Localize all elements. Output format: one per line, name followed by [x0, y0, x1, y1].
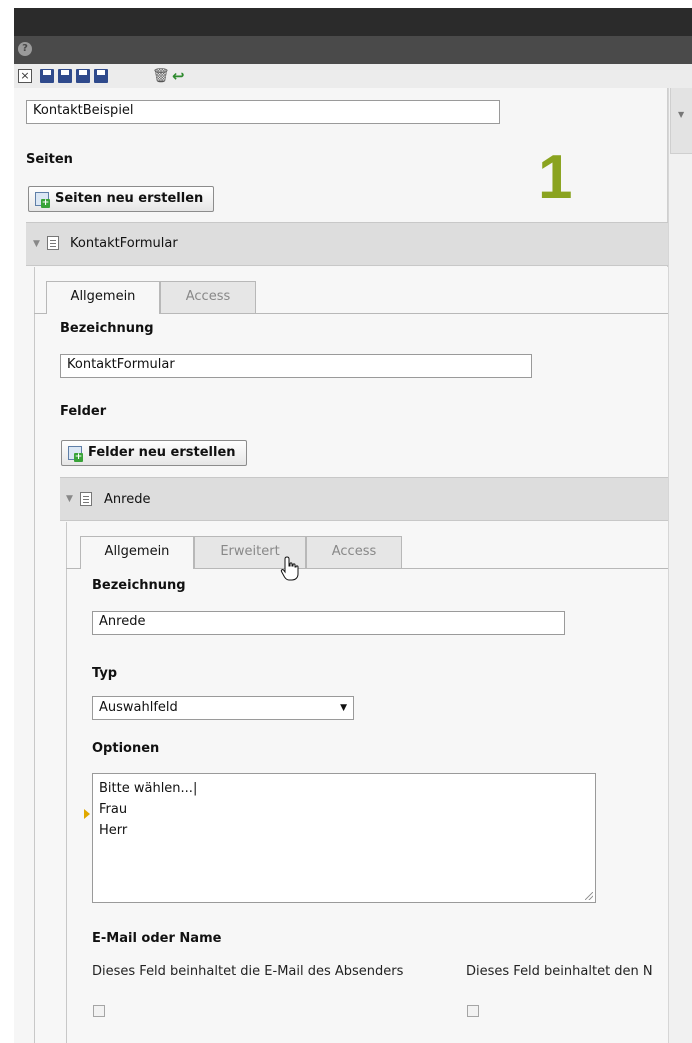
typ-select[interactable]: Auswahlfeld ▼ [92, 696, 354, 720]
option-line: Herr [99, 823, 128, 838]
side-panel-collapse[interactable] [670, 88, 692, 154]
create-fields-label: Felder neu erstellen [88, 445, 236, 460]
add-field-icon [68, 446, 83, 462]
top-margin [0, 0, 692, 8]
collapse-arrow-icon[interactable]: ▼ [33, 239, 40, 249]
undo-icon[interactable]: ↩ [172, 69, 186, 84]
trash-icon[interactable]: 🗑 [152, 69, 170, 83]
line-pointer-icon [84, 809, 90, 819]
option-line: Bitte wählen...| [99, 781, 198, 796]
close-icon[interactable]: × [18, 69, 32, 83]
page-bezeichnung-label: Bezeichnung [60, 321, 154, 336]
name-checkbox-label: Dieses Feld beinhaltet den N [466, 964, 653, 979]
create-fields-button[interactable]: Felder neu erstellen [61, 440, 247, 466]
add-page-icon [35, 192, 50, 208]
chevron-down-icon: ▼ [340, 703, 347, 713]
save-icon[interactable] [40, 69, 54, 83]
field-title: Anrede [104, 492, 151, 507]
seiten-heading: Seiten [26, 152, 73, 167]
field-tab-access[interactable]: Access [306, 536, 402, 568]
typ-select-value: Auswahlfeld [99, 700, 178, 715]
resize-grip-icon[interactable] [585, 892, 593, 900]
step-number-overlay: 1 [538, 143, 573, 212]
chevron-down-icon[interactable]: ▼ [678, 110, 688, 119]
page-bezeichnung-input[interactable]: KontaktFormular [60, 354, 532, 378]
editor-toolbar [14, 64, 692, 88]
create-pages-button[interactable]: Seiten neu erstellen [28, 186, 214, 212]
save-close-icon[interactable] [76, 69, 90, 83]
option-line: Frau [99, 802, 128, 817]
field-bezeichnung-label: Bezeichnung [92, 578, 186, 593]
field-icon [80, 492, 92, 506]
name-checkbox[interactable] [467, 1005, 479, 1017]
tab-access[interactable]: Access [160, 281, 256, 313]
email-name-label: E-Mail oder Name [92, 931, 222, 946]
collapse-arrow-icon[interactable]: ▼ [66, 494, 73, 504]
email-checkbox-label: Dieses Feld beinhaltet die E-Mail des Ab… [92, 964, 404, 979]
save-new-icon[interactable] [94, 69, 108, 83]
typ-label: Typ [92, 666, 118, 681]
optionen-label: Optionen [92, 741, 160, 756]
window-header-bar [14, 36, 692, 64]
window-title-bar [14, 8, 692, 38]
field-section-header[interactable] [60, 477, 668, 521]
field-bezeichnung-input[interactable]: Anrede [92, 611, 565, 635]
email-checkbox[interactable] [93, 1005, 105, 1017]
form-name-input[interactable]: KontaktBeispiel [26, 100, 500, 124]
page-icon [47, 236, 59, 250]
create-pages-label: Seiten neu erstellen [55, 191, 204, 206]
field-tab-allgemein[interactable]: Allgemein [80, 536, 194, 569]
optionen-textarea[interactable]: Bitte wählen...| Frau Herr [92, 773, 596, 903]
hand-cursor-icon [280, 556, 299, 581]
felder-heading: Felder [60, 404, 107, 419]
help-icon[interactable]: ? [18, 42, 32, 56]
tab-allgemein[interactable]: Allgemein [46, 281, 160, 314]
side-panel [668, 88, 692, 1043]
page-title: KontaktFormular [70, 236, 178, 251]
save-view-icon[interactable] [58, 69, 72, 83]
